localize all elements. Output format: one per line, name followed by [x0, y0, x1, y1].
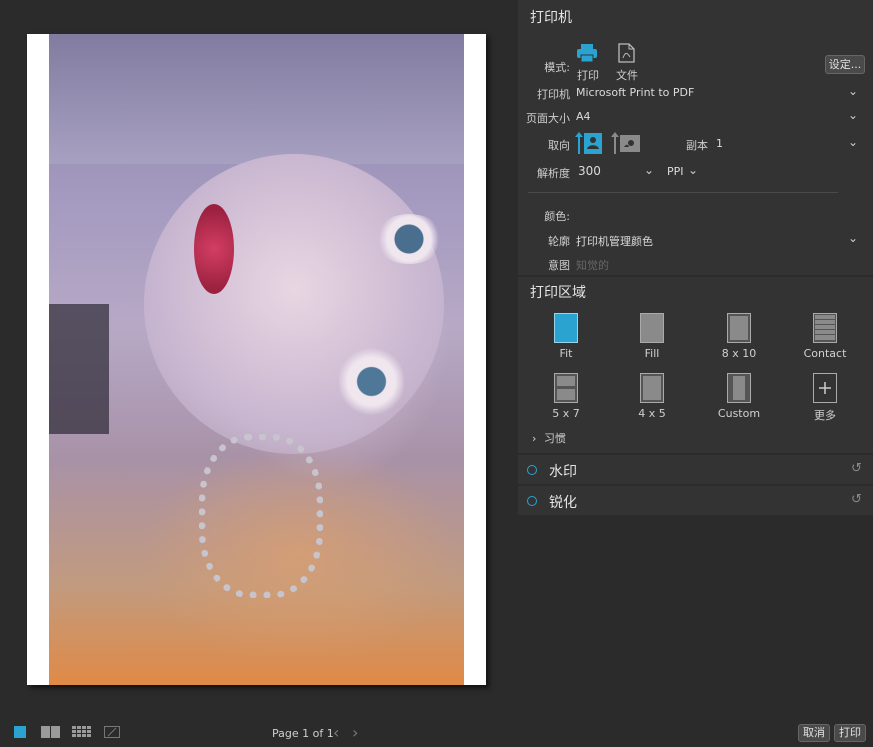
reset-icon[interactable]: ↺: [851, 461, 862, 476]
profile-label: 轮廓: [548, 235, 570, 248]
resolution-label: 解析度: [537, 167, 570, 180]
resolution-unit[interactable]: PPI: [667, 165, 684, 178]
sharpen-toggle-icon[interactable]: [527, 496, 537, 506]
custom-icon: [727, 373, 751, 403]
watermark-toggle-icon[interactable]: [527, 465, 537, 475]
5x7-icon: [554, 373, 578, 403]
copies-label: 副本: [686, 139, 708, 152]
cancel-button[interactable]: 取消: [798, 724, 830, 742]
tile-fit[interactable]: Fit: [526, 313, 606, 363]
color-label: 颜色:: [544, 210, 570, 223]
print-area-title: 打印区域: [530, 285, 586, 301]
orientation-label: 取向: [548, 139, 570, 152]
tile-5x7[interactable]: 5 x 7: [526, 373, 606, 423]
plus-icon: [813, 373, 837, 403]
chevron-down-icon[interactable]: ⌄: [848, 231, 858, 245]
tile-4x5[interactable]: 4 x 5: [612, 373, 692, 423]
8x10-icon: [727, 313, 751, 343]
habits-label: 习惯: [543, 432, 566, 445]
tile-custom[interactable]: Custom: [699, 373, 779, 423]
reset-icon[interactable]: ↺: [851, 492, 862, 507]
previous-page-icon[interactable]: ‹: [333, 723, 339, 742]
mode-file-option[interactable]: 文件: [616, 43, 638, 82]
tile-8x10[interactable]: 8 x 10: [699, 313, 779, 363]
printer-select-value[interactable]: Microsoft Print to PDF: [576, 86, 694, 99]
page-size-label: 页面大小: [526, 112, 570, 125]
printer-icon: [577, 44, 597, 63]
fill-icon: [640, 313, 664, 343]
print-button[interactable]: 打印: [834, 724, 866, 742]
chevron-down-icon[interactable]: ⌄: [644, 163, 654, 177]
intent-value: 知觉的: [576, 259, 609, 272]
mode-print-label: 打印: [577, 69, 599, 82]
page-size-select-value[interactable]: A4: [576, 110, 591, 123]
portrait-orientation-icon[interactable]: [574, 130, 604, 159]
printer-label: 打印机: [537, 88, 570, 101]
copies-value[interactable]: 1: [716, 137, 723, 150]
watermark-label: 水印: [549, 464, 577, 480]
paper-preview: [27, 34, 486, 685]
two-page-view-icon[interactable]: [40, 725, 62, 739]
photo-preview: [49, 34, 464, 685]
chevron-right-icon: ›: [532, 432, 537, 445]
chevron-down-icon[interactable]: ⌄: [848, 135, 858, 149]
4x5-icon: [640, 373, 664, 403]
fit-icon: [554, 313, 578, 343]
sharpen-label: 锐化: [549, 495, 577, 511]
intent-label: 意图: [548, 259, 570, 272]
habits-toggle[interactable]: › 习惯: [532, 430, 566, 446]
pdf-file-icon: [618, 43, 635, 63]
chevron-down-icon[interactable]: ⌄: [688, 163, 698, 177]
watermark-section[interactable]: 水印 ↺: [518, 455, 873, 484]
sharpen-section[interactable]: 锐化 ↺: [518, 486, 873, 515]
contact-sheet-icon: [813, 313, 837, 343]
next-page-icon[interactable]: ›: [352, 723, 358, 742]
chevron-down-icon[interactable]: ⌄: [848, 108, 858, 122]
resolution-value[interactable]: 300: [578, 164, 601, 178]
mode-file-label: 文件: [616, 69, 638, 82]
tile-fill[interactable]: Fill: [612, 313, 692, 363]
mode-print-option[interactable]: 打印: [576, 43, 599, 82]
single-page-view-icon[interactable]: [13, 725, 29, 739]
page-indicator: Page 1 of 1: [272, 727, 334, 740]
printer-section: 打印机 模式: 打印 文件 设定... 打印机 Microsoft Print …: [518, 0, 873, 275]
print-preview-area: [0, 0, 518, 715]
tile-contact[interactable]: Contact: [785, 313, 865, 363]
print-area-section: 打印区域 Fit Fill 8 x 10 Contact 5 x 7 4 x 5…: [518, 277, 873, 453]
contact-view-icon[interactable]: [103, 725, 123, 739]
profile-select-value[interactable]: 打印机管理颜色: [576, 233, 653, 249]
printer-settings-button[interactable]: 设定...: [825, 55, 865, 74]
landscape-orientation-icon[interactable]: [610, 130, 642, 159]
grid-view-icon[interactable]: [71, 725, 93, 739]
mode-label: 模式:: [544, 61, 570, 74]
tile-more[interactable]: 更多: [785, 373, 865, 423]
divider: [528, 192, 838, 193]
chevron-down-icon[interactable]: ⌄: [848, 84, 858, 98]
printer-section-title: 打印机: [530, 10, 572, 26]
